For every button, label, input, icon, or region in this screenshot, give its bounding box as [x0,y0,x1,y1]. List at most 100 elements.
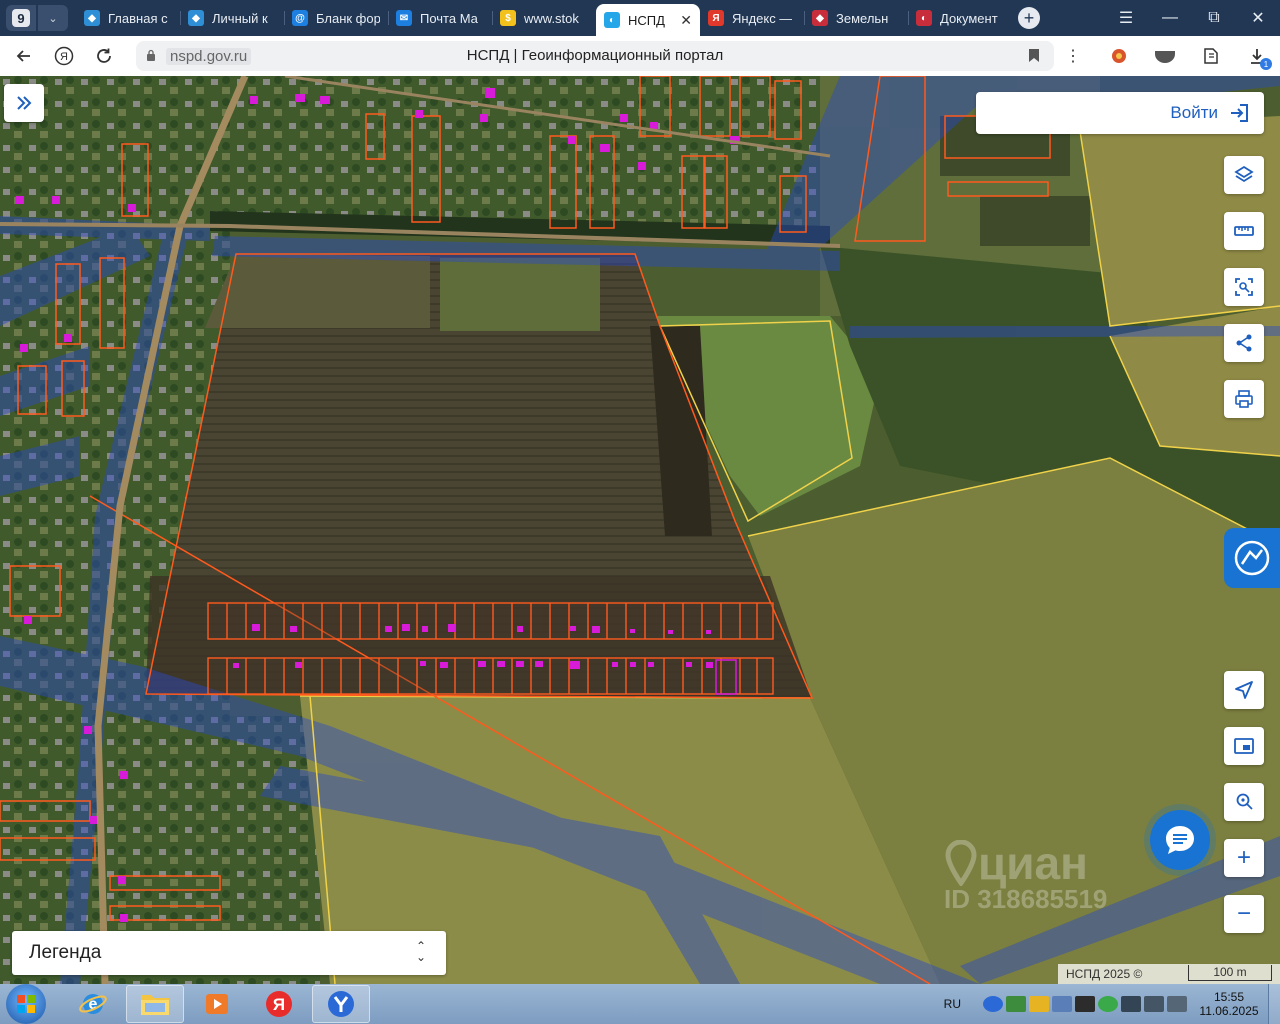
toolbar-right: ⋮ 1 [1050,36,1280,76]
search-point-icon [1236,793,1253,810]
expand-panel-button[interactable] [4,84,44,122]
system-tray: RU 15:55 11.06.2025 [944,984,1280,1024]
locate-button[interactable] [1224,671,1264,709]
tab-label: Яндекс — [732,10,793,26]
search-point-button[interactable] [1224,783,1264,821]
address-bar[interactable]: nspd.gov.ru НСПД | Геоинформационный пор… [136,41,1054,71]
chat-button[interactable] [1150,810,1210,870]
tab-list: ◆ Главная с ◆ Личный к @ Бланк фор ✉ Почта Ма $ w… [76,0,1012,36]
browser-tab[interactable]: @ Бланк фор [284,3,388,33]
pocket-icon[interactable] [1142,36,1188,76]
watermark-id: ID 318685519 [944,884,1108,914]
monitor-tray-icon[interactable] [1144,996,1164,1012]
layers-button[interactable] [1224,156,1264,194]
layers-icon [1234,165,1254,183]
tab-label: Почта Ма [420,10,478,26]
map-canvas[interactable]: Войти + − циан ID 318685519 Легенда ⌃ ⌄ … [0,76,1280,984]
watermark-brand: циан [978,837,1088,889]
tab-label: Земельн [836,10,889,26]
ruler-icon [1234,226,1254,236]
extension-icon[interactable] [1096,36,1142,76]
minimize-button[interactable]: — [1148,0,1192,36]
login-label: Войти [1170,103,1218,122]
scale-bar: 100 m [1188,965,1272,981]
volume-icon[interactable] [1167,996,1187,1012]
keyboard-tray-icon[interactable] [1006,996,1026,1012]
downloads-icon[interactable]: 1 [1234,36,1280,76]
tab-favicon-icon: @ [292,10,308,26]
tab-label: Документ [940,10,998,26]
windows-taskbar: e Я RU 15:55 11.06.2025 [0,984,1280,1024]
new-tab-button[interactable]: + [1018,7,1040,29]
share-icon [1236,334,1252,352]
double-chevron-icon [17,96,32,110]
measure-button[interactable] [1224,212,1264,250]
legend-toggle-icon[interactable]: ⌃ ⌄ [416,940,426,963]
cadastral-side-tab[interactable] [1224,528,1280,588]
tab-label: Личный к [212,10,268,26]
select-area-button[interactable] [1224,268,1264,306]
share-button[interactable] [1224,324,1264,362]
tab-label: Бланк фор [316,10,380,26]
display-tray-icon[interactable] [1075,996,1095,1012]
cadastral-map-icon [1234,540,1270,576]
print-button[interactable] [1224,380,1264,418]
map-pin-icon [945,840,977,886]
restore-button[interactable]: ⧉ [1192,0,1236,36]
collections-icon[interactable] [1188,36,1234,76]
more-options-icon[interactable]: ⋮ [1050,36,1096,76]
yandex-logo-icon[interactable]: Я [44,36,84,76]
tab-label: Главная с [108,10,168,26]
back-arrow-icon[interactable] [4,36,44,76]
show-desktop-button[interactable] [1268,984,1280,1024]
network-tray-icon[interactable] [1052,996,1072,1012]
browser-tab[interactable]: ◐ Документ [908,3,1012,33]
login-icon [1231,104,1248,122]
browser-tab[interactable]: ◆ Главная с [76,3,180,33]
yandex-app-icon[interactable] [312,985,370,1023]
tab-favicon-icon: ✉ [396,10,412,26]
tab-favicon-icon: ◐ [916,10,932,26]
tab-favicon-icon: ◐ [604,12,620,28]
zoom-out-button[interactable]: − [1224,895,1264,933]
basemap-button[interactable] [1224,727,1264,765]
yandex-tray-icon[interactable] [983,996,1003,1012]
login-button[interactable]: Войти [976,92,1264,134]
browser-tab-strip: 9 ⌄ ◆ Главная с ◆ Личный к @ Бланк фор ✉ Почта … [0,0,1280,36]
close-tab-icon[interactable]: ✕ [680,12,692,29]
chat-icon [1166,826,1194,854]
clock[interactable]: 15:55 11.06.2025 [1190,990,1268,1018]
browser-tab[interactable]: ◆ Личный к [180,3,284,33]
zoom-in-button[interactable]: + [1224,839,1264,877]
security-tray-icon[interactable] [1098,996,1118,1012]
legend-panel[interactable]: Легенда ⌃ ⌄ [12,931,446,975]
svg-text:Я: Я [60,51,68,63]
input-language[interactable]: RU [944,997,961,1011]
menu-icon[interactable]: ☰ [1104,0,1148,36]
attribution-text: НСПД 2025 © [1066,967,1143,981]
file-explorer-icon[interactable] [126,985,184,1023]
internet-explorer-icon[interactable]: e [64,985,122,1023]
browser-tab[interactable]: ◐ НСПД ✕ [596,4,700,36]
map-attribution: НСПД 2025 © 100 m [1058,964,1280,984]
legend-label: Легенда [29,942,102,963]
basemap-icon [1234,738,1254,754]
browser-tab[interactable]: Я Яндекс — [700,3,804,33]
flag-tray-icon[interactable] [1121,996,1141,1012]
tab-count: 9 [12,9,30,27]
reload-icon[interactable] [84,36,124,76]
tab-list-chevron-icon[interactable]: ⌄ [38,5,68,31]
tab-counter-button[interactable]: 9 [6,5,36,31]
browser-tab[interactable]: $ www.stok [492,3,596,33]
bookmark-icon[interactable] [1028,48,1040,63]
yandex-browser-icon[interactable]: Я [250,985,308,1023]
browser-tab[interactable]: ✉ Почта Ма [388,3,492,33]
tab-favicon-icon: ◆ [812,10,828,26]
tab-label: НСПД [628,12,665,28]
media-player-icon[interactable] [188,985,246,1023]
start-button[interactable] [6,984,46,1024]
tool-tray-icon[interactable] [1029,996,1049,1012]
tab-favicon-icon: ◆ [188,10,204,26]
browser-tab[interactable]: ◆ Земельн [804,3,908,33]
close-window-button[interactable]: ✕ [1236,0,1280,36]
